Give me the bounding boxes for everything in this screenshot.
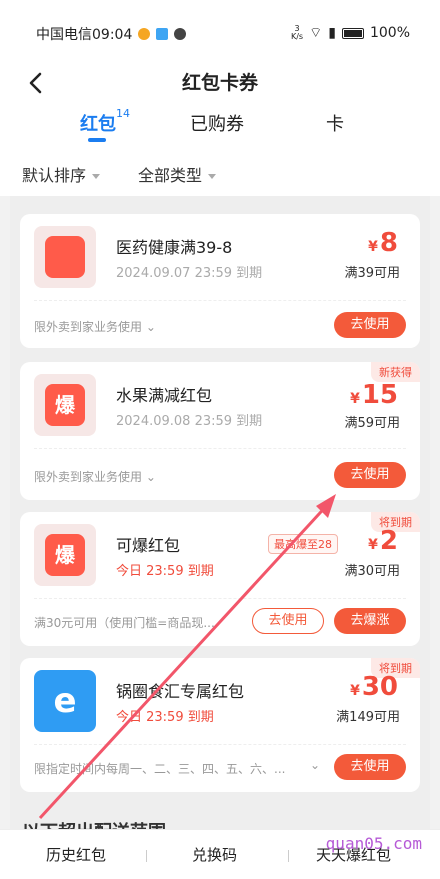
- coupon-amount: ¥2: [368, 526, 398, 556]
- coupon-expiry: 2024.09.08 23:59 到期: [116, 414, 263, 429]
- currency-symbol: ¥: [350, 391, 360, 407]
- status-bar: 中国电信09:04 3 K/s ⌔ ▮ 100%: [0, 0, 440, 62]
- sort-filter[interactable]: 默认排序: [22, 162, 101, 186]
- separator: [146, 850, 147, 862]
- filter-bar: 默认排序 全部类型: [0, 150, 440, 196]
- history-button[interactable]: 历史红包: [46, 844, 106, 865]
- coupon-condition: 满59可用: [344, 416, 400, 431]
- tab-label: 红包: [80, 114, 116, 135]
- type-filter[interactable]: 全部类型: [138, 162, 217, 186]
- status-badge: 新获得: [371, 362, 420, 382]
- scope-text: 限外卖到家业务使用: [34, 320, 143, 334]
- chevron-down-icon: ⌄: [145, 470, 156, 484]
- chevron-down-icon: ⌄: [145, 320, 156, 334]
- currency-symbol: ¥: [368, 239, 378, 255]
- chevron-down-icon[interactable]: ⌄: [310, 758, 320, 772]
- use-button[interactable]: 去使用: [252, 608, 324, 634]
- header: 红包卡券: [0, 62, 440, 106]
- boost-button[interactable]: 去爆涨: [334, 608, 406, 634]
- coupon-title: 锅圈食汇专属红包: [116, 682, 245, 701]
- red-envelope-icon: [45, 236, 85, 278]
- tab-indicator: [88, 138, 106, 142]
- tab-hongbao[interactable]: 红包14: [80, 107, 130, 136]
- bao-logo-icon: 爆: [45, 534, 85, 576]
- battery-icon: [341, 27, 364, 39]
- divider: [34, 448, 406, 449]
- coupon-condition: 满30可用: [344, 564, 400, 579]
- bao-logo-icon: 爆: [45, 384, 85, 426]
- app-icon: [156, 28, 169, 40]
- tab-card[interactable]: 卡: [326, 110, 344, 136]
- scope-text: 限指定时间内每周一、二、三、四、五、六、...: [34, 762, 286, 776]
- message-icon: [174, 28, 187, 40]
- caret-down-icon: [92, 174, 101, 179]
- amount-value: 30: [361, 672, 398, 702]
- coupon-title: 可爆红包: [116, 536, 181, 555]
- watermark: quan05.com: [325, 834, 422, 853]
- carrier-time: 中国电信09:04: [36, 27, 133, 43]
- coupon-list[interactable]: 医药健康满39-8 2024.09.07 23:59 到期 ¥8 满39可用 限…: [10, 196, 430, 836]
- amount-value: 8: [379, 228, 398, 258]
- coupon-card: 新获得 爆 水果满减红包 2024.09.08 23:59 到期 ¥15 满59…: [20, 362, 420, 500]
- coupon-amount: ¥8: [368, 228, 398, 258]
- sort-label: 默认排序: [22, 166, 87, 185]
- coupon-scope: 满30元可用（使用门槛=商品现...: [34, 616, 215, 630]
- coupon-card: 将到期 e 锅圈食汇专属红包 今日 23:59 到期 ¥30 满149可用 限指…: [20, 658, 420, 792]
- coupon-expiry: 今日 23:59 到期: [116, 564, 214, 579]
- signal-icon: ▮: [328, 25, 336, 41]
- scope-text: 限外卖到家业务使用: [34, 470, 143, 484]
- use-button[interactable]: 去使用: [334, 754, 406, 780]
- coupon-thumb: 爆: [34, 374, 96, 436]
- coupon-scope[interactable]: 限指定时间内每周一、二、三、四、五、六、...: [34, 760, 285, 777]
- use-button[interactable]: 去使用: [334, 462, 406, 488]
- coupon-title: 水果满减红包: [116, 386, 213, 405]
- status-right: 3 K/s ⌔ ▮ 100%: [291, 24, 410, 42]
- coupon-expiry: 今日 23:59 到期: [116, 710, 214, 725]
- divider: [34, 744, 406, 745]
- divider: [34, 598, 406, 599]
- caret-down-icon: [208, 174, 217, 179]
- page-title: 红包卡券: [181, 72, 258, 94]
- wifi-icon: ⌔: [309, 25, 323, 41]
- coupon-scope[interactable]: 限外卖到家业务使用 ⌄: [34, 318, 156, 335]
- use-button[interactable]: 去使用: [334, 312, 406, 338]
- guoquan-logo-icon: e: [53, 681, 77, 721]
- redeem-code-button[interactable]: 兑换码: [192, 844, 237, 865]
- amount-value: 2: [379, 526, 398, 556]
- coupon-card: 医药健康满39-8 2024.09.07 23:59 到期 ¥8 满39可用 限…: [20, 214, 420, 348]
- coupon-amount: ¥15: [350, 380, 398, 410]
- network-speed: 3 K/s: [291, 25, 303, 41]
- tab-bar: 红包14 已购券 卡: [0, 106, 440, 150]
- weibo-icon: [138, 28, 151, 40]
- coupon-expiry: 2024.09.07 23:59 到期: [116, 266, 263, 281]
- coupon-scope[interactable]: 限外卖到家业务使用 ⌄: [34, 468, 156, 485]
- divider: [34, 300, 406, 301]
- currency-symbol: ¥: [350, 683, 360, 699]
- currency-symbol: ¥: [368, 537, 378, 553]
- max-boost-tip: 最高爆至28: [268, 534, 338, 554]
- coupon-amount: ¥30: [350, 672, 398, 702]
- tab-count: 14: [116, 107, 130, 120]
- coupon-thumb: [34, 226, 96, 288]
- coupon-condition: 满39可用: [344, 266, 400, 281]
- status-left: 中国电信09:04: [36, 24, 187, 44]
- coupon-thumb: 爆: [34, 524, 96, 586]
- speed-unit: K/s: [290, 32, 304, 41]
- amount-value: 15: [361, 380, 398, 410]
- coupon-condition: 满149可用: [336, 710, 400, 725]
- coupon-thumb: e: [34, 670, 96, 732]
- tab-purchased[interactable]: 已购券: [190, 110, 244, 136]
- coupon-card: 将到期 爆 可爆红包 今日 23:59 到期 最高爆至28 ¥2 满30可用 满…: [20, 512, 420, 646]
- coupon-title: 医药健康满39-8: [116, 238, 233, 257]
- separator: [288, 850, 289, 862]
- battery-level: 100%: [369, 25, 410, 41]
- type-label: 全部类型: [138, 166, 203, 185]
